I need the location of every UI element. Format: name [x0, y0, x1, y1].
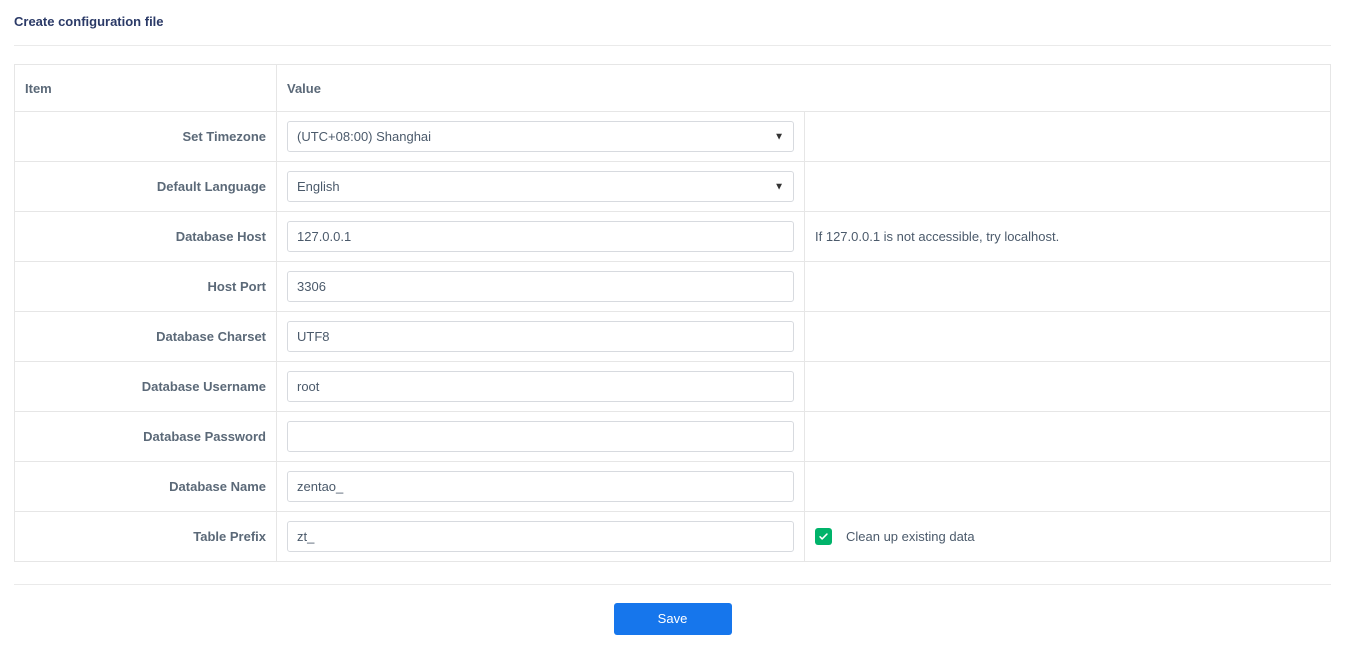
divider-bottom [14, 584, 1331, 585]
hint-dbport [805, 262, 1331, 312]
hint-dbhost: If 127.0.0.1 is not accessible, try loca… [805, 212, 1331, 262]
header-item: Item [15, 65, 277, 112]
hint-dbpass [805, 412, 1331, 462]
input-dbpass[interactable] [287, 421, 794, 452]
label-prefix: Table Prefix [15, 512, 277, 562]
select-language[interactable]: English [287, 171, 794, 202]
label-dbport: Host Port [15, 262, 277, 312]
hint-timezone [805, 112, 1331, 162]
check-icon [818, 531, 829, 542]
input-dbport[interactable] [287, 271, 794, 302]
input-dbuser[interactable] [287, 371, 794, 402]
label-dbuser: Database Username [15, 362, 277, 412]
hint-dbcharset [805, 312, 1331, 362]
input-dbcharset[interactable] [287, 321, 794, 352]
hint-language [805, 162, 1331, 212]
label-language: Default Language [15, 162, 277, 212]
label-dbpass: Database Password [15, 412, 277, 462]
label-timezone: Set Timezone [15, 112, 277, 162]
checkbox-cleanup-label: Clean up existing data [846, 529, 975, 544]
divider-top [14, 45, 1331, 46]
input-dbhost[interactable] [287, 221, 794, 252]
select-timezone[interactable]: (UTC+08:00) Shanghai [287, 121, 794, 152]
hint-dbuser [805, 362, 1331, 412]
hint-dbname [805, 462, 1331, 512]
label-dbcharset: Database Charset [15, 312, 277, 362]
checkbox-cleanup[interactable] [815, 528, 832, 545]
input-dbname[interactable] [287, 471, 794, 502]
label-dbname: Database Name [15, 462, 277, 512]
save-button[interactable]: Save [614, 603, 732, 635]
header-value: Value [277, 65, 1331, 112]
input-prefix[interactable] [287, 521, 794, 552]
page-title: Create configuration file [14, 14, 1331, 29]
label-dbhost: Database Host [15, 212, 277, 262]
config-table: Item Value Set Timezone (UTC+08:00) Shan… [14, 64, 1331, 562]
